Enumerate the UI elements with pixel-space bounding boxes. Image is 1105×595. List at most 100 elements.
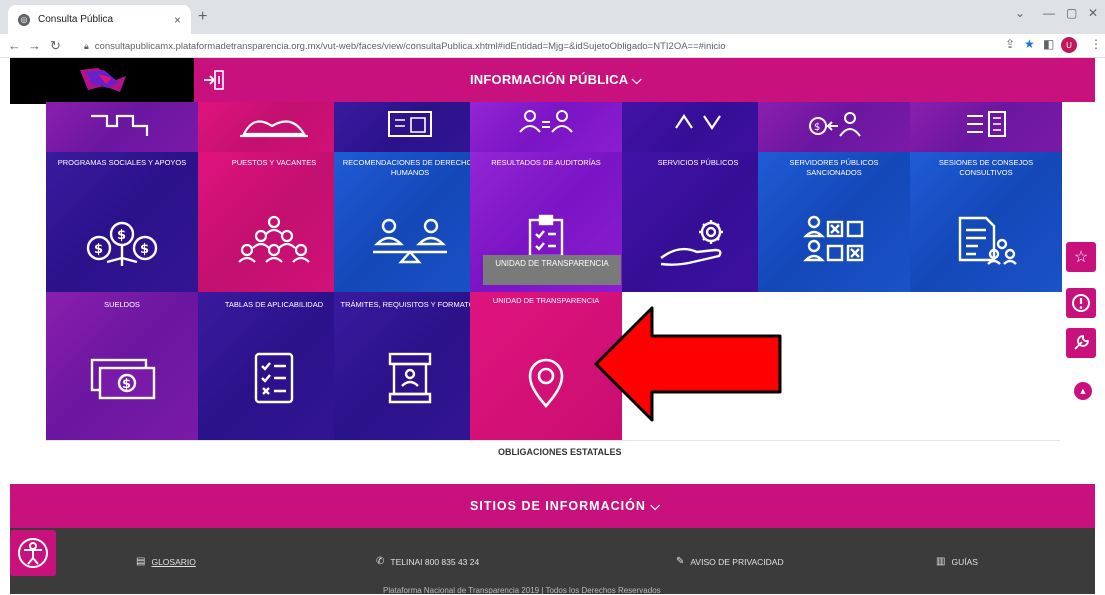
- checklist-icon: [254, 352, 294, 404]
- tile-servidores-sancionados[interactable]: SERVIDORES PÚBLICOS SANCIONADOS: [758, 152, 910, 292]
- people-checkbox-icon: [803, 215, 864, 262]
- people-equal-icon: [519, 110, 573, 133]
- tile-row0-7[interactable]: [910, 102, 1062, 152]
- tile-sesiones-consejos[interactable]: SESIONES DE CONSEJOS CONSULTIVOS: [910, 152, 1062, 292]
- tile-row0-5[interactable]: [622, 102, 774, 152]
- obligaciones-estatales-link[interactable]: OBLIGACIONES ESTATALES: [498, 447, 622, 457]
- footer: ▤ GLOSARIO ✆ TELINAI 800 835 43 24 ✎ AVI…: [10, 528, 1095, 595]
- tile-label: SERVICIOS PÚBLICOS: [657, 158, 739, 167]
- tab-search-icon[interactable]: ⌄: [1015, 6, 1025, 20]
- close-window-icon[interactable]: ✕: [1088, 6, 1098, 20]
- minimize-icon[interactable]: —: [1043, 6, 1055, 20]
- svg-text:$: $: [140, 242, 149, 257]
- guias-label: GUÍAS: [951, 556, 978, 567]
- group-people-icon: [238, 215, 310, 263]
- close-tab-icon[interactable]: ×: [174, 13, 181, 27]
- wrench-icon: [1074, 335, 1089, 350]
- tile-label: TABLAS DE APLICABILIDAD: [224, 300, 324, 309]
- chevron-down-icon: ⌵: [631, 72, 642, 87]
- glosario-label: GLOSARIO: [151, 556, 196, 567]
- favorites-button[interactable]: ☆: [1066, 242, 1096, 272]
- tile-recomendaciones-ddhh[interactable]: RECOMENDACIONES DE DERECHOS HUMANOS: [334, 152, 486, 292]
- address-bar: ← → ↻ 🔒︎ consultapublicamx.plataformadet…: [0, 34, 1105, 58]
- calendar-list-icon: [388, 111, 432, 137]
- url-field[interactable]: 🔒︎ consultapublicamx.plataformadetranspa…: [84, 37, 984, 55]
- tile-label: RESULTADOS DE AUDITORÍAS: [491, 158, 601, 167]
- informacion-publica-menu[interactable]: INFORMACIÓN PÚBLICA ⌵: [470, 72, 642, 88]
- restore-icon[interactable]: ▢: [1066, 6, 1077, 20]
- menu-icon[interactable]: ⋮: [1090, 37, 1102, 51]
- svg-text:$: $: [122, 377, 131, 392]
- tile-tablas-aplicabilidad[interactable]: TABLAS DE APLICABILIDAD: [198, 292, 350, 440]
- accessibility-icon: [18, 538, 48, 568]
- star-ribbon-icon: ☆: [1073, 249, 1089, 266]
- lock-icon: 🔒︎: [84, 40, 89, 51]
- guide-icon: ▥: [936, 556, 946, 567]
- browser-tab[interactable]: ◎ Consulta Pública ×: [8, 5, 191, 34]
- logo-area[interactable]: [10, 58, 194, 104]
- login-icon[interactable]: [200, 67, 226, 93]
- clipboard-check-icon: [528, 214, 564, 258]
- sitios-title-text: SITIOS DE INFORMACIÓN: [470, 499, 646, 513]
- share-icon[interactable]: ⇪: [1005, 37, 1015, 51]
- bookmark-star-icon[interactable]: ★: [1024, 37, 1035, 51]
- location-pin-icon: [528, 358, 564, 408]
- book-icon: ▤: [136, 556, 146, 567]
- scroll-top-button[interactable]: ▲: [1074, 382, 1092, 400]
- glosario-link[interactable]: ▤ GLOSARIO: [136, 556, 196, 567]
- tile-row0-6[interactable]: $: [758, 102, 910, 152]
- chevron-down-icon: ⌵: [650, 499, 661, 513]
- tile-sueldos[interactable]: SUELDOS $: [46, 292, 198, 440]
- tile-label: PUESTOS Y VACANTES: [231, 158, 317, 167]
- aviso-privacidad-link[interactable]: ✎ AVISO DE PRIVACIDAD: [676, 556, 784, 567]
- tile-servicios-publicos[interactable]: SERVICIOS PÚBLICOS: [622, 152, 774, 292]
- tile-row0-2[interactable]: [198, 102, 350, 152]
- reload-icon[interactable]: ↻: [50, 38, 61, 54]
- tile-label: TRÁMITES, REQUISITOS Y FORMATOS: [340, 300, 480, 309]
- exclamation-icon: [1072, 294, 1090, 312]
- site-header: INFORMACIÓN PÚBLICA ⌵: [10, 58, 1095, 104]
- svg-text:$: $: [117, 228, 126, 243]
- arrows-icon: [675, 114, 721, 130]
- chevron-up-icon: ▲: [1078, 386, 1088, 396]
- pen-icon: ✎: [676, 556, 685, 567]
- tile-row0-4[interactable]: [470, 102, 622, 152]
- accessibility-button[interactable]: [10, 530, 56, 576]
- tile-label: PROGRAMAS SOCIALES Y APOYOS: [57, 158, 187, 167]
- aviso-label: AVISO DE PRIVACIDAD: [690, 556, 784, 567]
- url-text: consultapublicamx.plataformadetransparen…: [94, 40, 726, 52]
- new-tab-icon[interactable]: +: [198, 8, 207, 26]
- tile-programas-sociales[interactable]: PROGRAMAS SOCIALES Y APOYOS $ $ $: [46, 152, 198, 292]
- svg-text:$: $: [94, 242, 103, 257]
- document-group-icon: [958, 216, 1017, 265]
- svg-text:$: $: [814, 122, 820, 133]
- alert-button[interactable]: [1066, 288, 1096, 318]
- globe-icon: ◎: [18, 13, 30, 26]
- tile-row0-1[interactable]: [46, 102, 198, 152]
- guias-link[interactable]: ▥ GUÍAS: [936, 556, 978, 567]
- tile-label: SERVIDORES PÚBLICOS SANCIONADOS: [789, 158, 879, 177]
- sitios-informacion-bar[interactable]: SITIOS DE INFORMACIÓN ⌵: [10, 484, 1095, 528]
- sidepanel-icon[interactable]: ◧: [1043, 37, 1054, 51]
- telinai-label: TELINAI 800 835 43 24: [390, 556, 480, 567]
- tile-row0-3[interactable]: [334, 102, 486, 152]
- profile-avatar[interactable]: U: [1061, 37, 1077, 53]
- tile-puestos-vacantes[interactable]: PUESTOS Y VACANTES: [198, 152, 350, 292]
- tile-tramites-requisitos[interactable]: TRÁMITES, REQUISITOS Y FORMATOS: [334, 292, 486, 440]
- hand-gear-icon: [660, 220, 723, 266]
- tools-button[interactable]: [1066, 328, 1096, 358]
- money-tree-icon: $ $ $: [86, 221, 158, 266]
- back-icon[interactable]: ←: [8, 38, 21, 53]
- forward-icon[interactable]: →: [28, 38, 41, 53]
- tile-label: SESIONES DE CONSEJOS CONSULTIVOS: [938, 158, 1034, 177]
- telinai-link[interactable]: ✆ TELINAI 800 835 43 24: [376, 556, 479, 567]
- phone-icon: ✆: [376, 556, 385, 567]
- tooltip: UNIDAD DE TRANSPARENCIA: [483, 255, 621, 285]
- kiosk-icon: [388, 352, 432, 404]
- pnt-logo-icon: [80, 68, 126, 92]
- tab-title: Consulta Pública: [38, 14, 114, 25]
- tile-label: RECOMENDACIONES DE DERECHOS HUMANOS: [342, 158, 478, 177]
- hands-icon: [240, 120, 308, 138]
- sitios-title: SITIOS DE INFORMACIÓN ⌵: [470, 499, 661, 514]
- money-person-icon: $: [809, 112, 861, 137]
